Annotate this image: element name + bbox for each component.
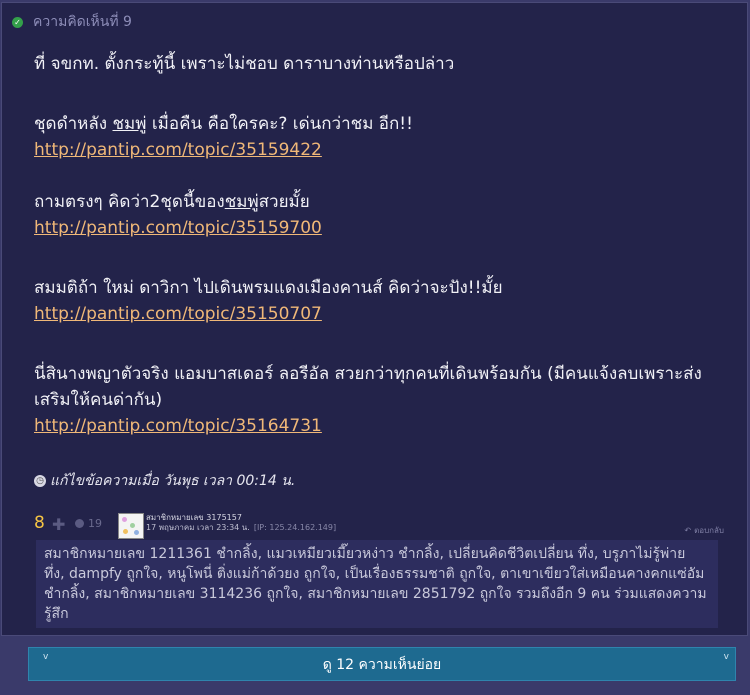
topic-link-4[interactable]: http://pantip.com/topic/35164731 (34, 416, 322, 436)
topic-link-2[interactable]: http://pantip.com/topic/35159700 (34, 218, 322, 238)
ip-address: [IP: 125.24.162.149] (253, 523, 337, 532)
paragraph-5: นี่สินางพญาตัวจริง แอมบาสเดอร์ ลอรีอัล ส… (34, 364, 702, 410)
paragraph-2: ชุดดำหลัง ชมพู่ เมื่อคืน คือใครคะ? เด่นก… (34, 114, 413, 134)
comment-number: ความคิดเห็นที่ 9 (33, 14, 132, 30)
chevron-down-icon: v (723, 652, 729, 662)
edited-note: ◷ แก้ไขข้อความเมื่อ วันพุธ เวลา 00:14 น. (34, 470, 295, 492)
reply-arrow-icon: ↶ (684, 526, 692, 535)
topic-link-3[interactable]: http://pantip.com/topic/35150707 (34, 304, 322, 324)
comment-header: ✓ ความคิดเห็นที่ 9 (12, 11, 132, 33)
chevron-down-icon: v (43, 652, 49, 662)
comment-meta: 8 ✚ 19 สมาชิกหมายเลข 3175157 17 พฤษภาคม … (34, 513, 724, 539)
emotion-summary: สมาชิกหมายเลข 1211361 ชำกลิ้ง, แมวเหมียว… (36, 540, 718, 628)
tag-link[interactable]: ชมพู่ (113, 114, 147, 134)
edited-text: แก้ไขข้อความเมื่อ วันพุธ เวลา 00:14 น. (50, 473, 296, 489)
post-time: 17 พฤษภาคม เวลา 23:34 น. [IP: 125.24.162.… (146, 523, 337, 532)
topic-link-1[interactable]: http://pantip.com/topic/35159422 (34, 140, 322, 160)
paragraph-3: ถามตรงๆ คิดว่า2ชุดนี้ของชมพู่สวยมั้ย (34, 192, 310, 212)
reply-button[interactable]: ↶ ตอบกลับ (684, 524, 724, 537)
view-sub-comments-button[interactable]: v ดู 12 ความเห็นย่อย v (28, 647, 736, 681)
emotion-count: 19 (88, 517, 102, 530)
comment-body: ที่ จขกท. ตั้งกระทู้นี้ เพราะไม่ชอบ ดารา… (34, 51, 724, 439)
comment-card: ✓ ความคิดเห็นที่ 9 ที่ จขกท. ตั้งกระทู้น… (1, 2, 748, 636)
vote-count: 8 (34, 513, 45, 533)
member-name[interactable]: สมาชิกหมายเลข 3175157 (146, 513, 242, 523)
check-circle-icon: ✓ (12, 16, 23, 28)
paragraph-4: สมมติถ้า ใหม่ ดาวิกา ไปเดินพรมแดงเมืองคา… (34, 278, 503, 298)
paragraph-1: ที่ จขกท. ตั้งกระทู้นี้ เพราะไม่ชอบ ดารา… (34, 54, 455, 74)
clock-icon: ◷ (34, 475, 46, 487)
emotion-icon[interactable] (75, 519, 84, 528)
tag-link[interactable]: ชมพู่ (225, 192, 259, 212)
plus-icon[interactable]: ✚ (52, 515, 65, 534)
avatar[interactable] (118, 513, 144, 539)
view-sub-comments-label: ดู 12 ความเห็นย่อย (322, 657, 442, 673)
